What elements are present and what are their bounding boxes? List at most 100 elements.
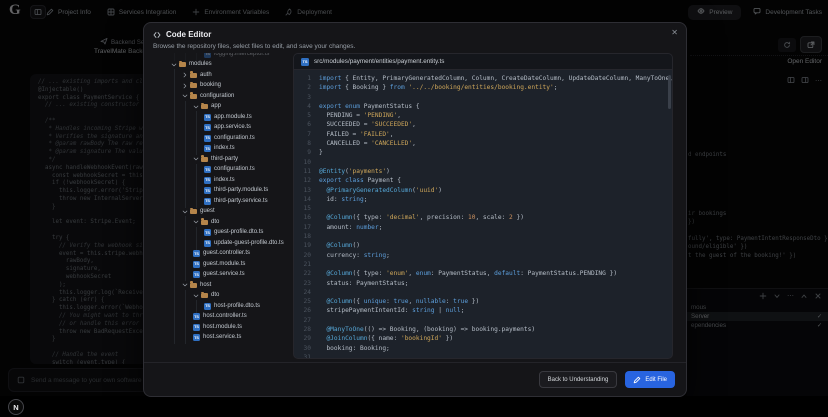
code-text: export enum PaymentStatus { <box>319 102 420 111</box>
code-scrollbar[interactable] <box>668 75 671 109</box>
code-text <box>319 288 323 297</box>
indent-guide <box>171 259 182 270</box>
code-line: 25 @Column({ unique: true, nullable: tru… <box>294 297 672 306</box>
tree-folder-dto[interactable]: dto <box>169 291 290 302</box>
typescript-file-icon: TS <box>204 229 211 236</box>
code-line: 27 <box>294 316 672 325</box>
tree-file-guest-profile.dto.ts[interactable]: TSguest-profile.dto.ts <box>169 228 290 239</box>
indent-guide <box>182 259 193 270</box>
tree-file-configuration.ts[interactable]: TSconfiguration.ts <box>169 165 290 176</box>
tree-item-label: guest-profile.dto.ts <box>214 229 263 236</box>
code-text: currency: string; <box>319 251 390 260</box>
code-text: FAILED = 'FAILED', <box>319 130 394 139</box>
typescript-file-icon: TS <box>204 145 211 152</box>
code-text <box>319 93 323 102</box>
indent-guide <box>171 175 182 186</box>
tree-file-update-guest-profile.dto.ts[interactable]: TSupdate-guest-profile.dto.ts <box>169 238 290 249</box>
tree-file-configuration.ts[interactable]: TSconfiguration.ts <box>169 133 290 144</box>
typescript-file-icon: TS <box>193 271 200 278</box>
tree-folder-dto[interactable]: dto <box>169 217 290 228</box>
tree-item-label: host.controller.ts <box>203 313 247 320</box>
tree-file-app.module.ts[interactable]: TSapp.module.ts <box>169 112 290 123</box>
code-text: import { Booking } from '../../booking/e… <box>319 83 557 92</box>
tree-file-host.controller.ts[interactable]: TShost.controller.ts <box>169 312 290 323</box>
indent-guide <box>182 53 193 60</box>
code-scroll-area[interactable]: 1import { Entity, PrimaryGeneratedColumn… <box>294 70 672 359</box>
tree-item-label: host.service.ts <box>203 334 241 341</box>
modal-footer: Back to Understanding Edit File <box>144 362 686 396</box>
indent-guide <box>182 112 193 123</box>
tree-item-label: third-party.module.ts <box>214 187 268 194</box>
code-lines: 1import { Entity, PrimaryGeneratedColumn… <box>294 74 672 359</box>
tree-folder-guest[interactable]: guest <box>169 207 290 218</box>
corner-logo[interactable]: N <box>8 399 24 415</box>
tree-file-third-party.module.ts[interactable]: TSthird-party.module.ts <box>169 186 290 197</box>
typescript-file-icon: TS <box>193 313 200 320</box>
code-line: 9} <box>294 148 672 157</box>
tree-file-guest.controller.ts[interactable]: TSguest.controller.ts <box>169 249 290 260</box>
line-number: 12 <box>294 176 311 185</box>
indent-guide <box>182 333 193 344</box>
indent-guide <box>171 312 182 323</box>
tree-folder-modules[interactable]: modules <box>169 60 290 71</box>
tree-folder-booking[interactable]: booking <box>169 81 290 92</box>
indent-guide <box>182 196 193 207</box>
indent-guide <box>171 238 182 249</box>
tree-file-guest.service.ts[interactable]: TSguest.service.ts <box>169 270 290 281</box>
code-line: 11@Entity('payments') <box>294 167 672 176</box>
tree-file-index.ts[interactable]: TSindex.ts <box>169 175 290 186</box>
chevron-down-icon <box>193 156 200 162</box>
tree-item-label: auth <box>200 72 212 79</box>
indent-guide <box>171 280 182 291</box>
indent-guide <box>171 123 182 134</box>
tree-file-host.module.ts[interactable]: TShost.module.ts <box>169 322 290 333</box>
code-line: 3 <box>294 93 672 102</box>
tree-file-logging.interceptor.ts[interactable]: TSlogging.interceptor.ts <box>169 53 290 60</box>
tree-folder-third-party[interactable]: third-party <box>169 154 290 165</box>
tree-file-guest.module.ts[interactable]: TSguest.module.ts <box>169 259 290 270</box>
breadcrumb-bar: TS src/modules/payment/entities/payment.… <box>294 54 672 70</box>
code-line: 8 CANCELLED = 'CANCELLED', <box>294 139 672 148</box>
tree-folder-app[interactable]: app <box>169 102 290 113</box>
tree-file-third-party.service.ts[interactable]: TSthird-party.service.ts <box>169 196 290 207</box>
line-number: 4 <box>294 102 311 111</box>
line-number: 21 <box>294 260 311 269</box>
indent-guide <box>182 123 193 134</box>
tree-folder-host[interactable]: host <box>169 280 290 291</box>
indent-guide <box>182 238 193 249</box>
tree-folder-auth[interactable]: auth <box>169 70 290 81</box>
indent-guide <box>193 123 204 134</box>
code-text: CANCELLED = 'CANCELLED', <box>319 139 416 148</box>
tree-file-host.service.ts[interactable]: TShost.service.ts <box>169 333 290 344</box>
indent-guide <box>171 186 182 197</box>
indent-guide <box>171 91 182 102</box>
indent-guide <box>193 133 204 144</box>
code-text: import { Entity, PrimaryGeneratedColumn,… <box>319 74 672 83</box>
tree-item-label: app.service.ts <box>214 124 251 131</box>
edit-file-button[interactable]: Edit File <box>625 371 675 388</box>
indent-guide <box>182 154 193 165</box>
tree-file-host-profile.dto.ts[interactable]: TShost-profile.dto.ts <box>169 301 290 312</box>
code-line: 7 FAILED = 'FAILED', <box>294 130 672 139</box>
typescript-file-icon: TS <box>204 53 211 58</box>
typescript-file-icon: TS <box>204 124 211 131</box>
back-to-understanding-button[interactable]: Back to Understanding <box>539 371 618 388</box>
tree-file-app.service.ts[interactable]: TSapp.service.ts <box>169 123 290 134</box>
line-number: 29 <box>294 334 311 343</box>
code-text: booking: Booking; <box>319 344 390 353</box>
tree-folder-configuration[interactable]: configuration <box>169 91 290 102</box>
indent-guide <box>171 53 182 60</box>
tree-item-label: update-guest-profile.dto.ts <box>214 240 284 247</box>
code-text: SUCCEEDED = 'SUCCEEDED', <box>319 120 416 129</box>
tree-item-label: configuration.ts <box>214 135 255 142</box>
folder-icon <box>201 104 208 109</box>
typescript-file-icon: TS <box>204 177 211 184</box>
indent-guide <box>171 154 182 165</box>
tree-item-label: host-profile.dto.ts <box>214 303 260 310</box>
chevron-down-icon <box>193 219 200 225</box>
close-icon[interactable]: ✕ <box>671 28 678 37</box>
folder-icon <box>201 220 208 225</box>
line-number: 5 <box>294 111 311 120</box>
tree-file-index.ts[interactable]: TSindex.ts <box>169 144 290 155</box>
bottom-strip <box>0 396 828 417</box>
